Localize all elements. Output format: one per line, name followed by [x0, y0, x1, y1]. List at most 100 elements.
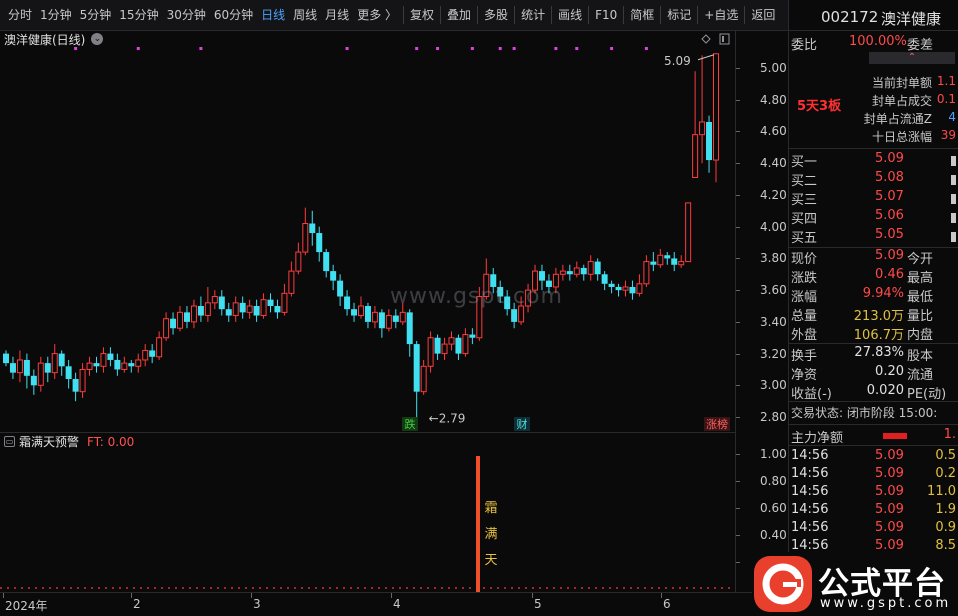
- toolbar-item-16[interactable]: 简框: [626, 0, 658, 31]
- bid-label: 买五: [791, 231, 818, 246]
- kline-chart[interactable]: ←2.79 5.09 跌 财 涨榜: [0, 47, 735, 431]
- toolbar-item-5[interactable]: 60分钟: [210, 0, 257, 31]
- signal-text: 满: [484, 527, 497, 542]
- seal-label: 封单占成交: [871, 94, 932, 108]
- stat2-label2: PE(动): [907, 387, 947, 402]
- price-tick: [736, 163, 740, 165]
- candle: [462, 328, 469, 357]
- toolbar-item-9[interactable]: 更多 〉: [353, 0, 401, 31]
- toolbar-item-17[interactable]: 标记: [663, 0, 695, 31]
- price-tick: [736, 290, 740, 292]
- toolbar-item-3[interactable]: 15分钟: [115, 0, 162, 31]
- collapse-button[interactable]: ⌃: [869, 52, 955, 64]
- date-tick: [532, 593, 533, 598]
- candle: [260, 293, 267, 319]
- bid-price: 5.09: [875, 151, 904, 166]
- tick-price: 5.09: [875, 484, 904, 499]
- weibi-value: 100.00%: [849, 34, 907, 49]
- candle: [107, 347, 114, 367]
- candle: [587, 255, 594, 281]
- top-marker: [512, 47, 516, 50]
- candle: [455, 334, 462, 360]
- stock-code: 002172: [821, 8, 879, 26]
- event-marker: 跌: [405, 417, 416, 431]
- tick-volume: 0.5: [935, 448, 956, 463]
- toolbar-item-0[interactable]: 分时: [4, 0, 36, 31]
- candle: [337, 274, 344, 307]
- candle: [65, 359, 72, 389]
- toolbar-item-13[interactable]: 统计: [517, 0, 549, 31]
- toolbar-item-2[interactable]: 5分钟: [76, 0, 116, 31]
- stat-label2: 最低: [907, 290, 934, 305]
- stat2-label2: 股本: [907, 349, 934, 364]
- toolbar-item-19[interactable]: 返回: [747, 0, 779, 31]
- price-tick: [736, 385, 740, 387]
- candle: [30, 369, 37, 395]
- signal-text: 霜: [484, 501, 497, 516]
- candle: [9, 356, 16, 379]
- tick-price: 5.09: [875, 502, 904, 517]
- indicator-tick-label: 1.00: [760, 447, 787, 461]
- panel-divider: [789, 445, 958, 446]
- date-label: 3: [253, 597, 261, 611]
- top-marker: [610, 47, 614, 50]
- toolbar-item-1[interactable]: 1分钟: [36, 0, 76, 31]
- indicator-tick-label: 0.40: [760, 528, 787, 542]
- indicator-name: 霜满天预警: [19, 435, 80, 449]
- tick-time: 14:56: [791, 484, 829, 499]
- candle: [51, 344, 58, 379]
- candle: [594, 258, 601, 281]
- toolbar-item-8[interactable]: 月线: [321, 0, 353, 31]
- candle: [650, 252, 657, 272]
- candle: [692, 71, 699, 179]
- price-tick: [736, 258, 740, 260]
- candle: [671, 252, 678, 272]
- watermark-text: www.gspt.com: [390, 284, 563, 309]
- indicator-chart[interactable]: 霜满天: [0, 450, 735, 592]
- toolbar-item-12[interactable]: 多股: [480, 0, 512, 31]
- candle: [239, 296, 246, 319]
- toolbar-item-7[interactable]: 周线: [289, 0, 321, 31]
- toolbar-separator: [588, 6, 590, 24]
- settings-box-icon[interactable]: ▭: [4, 436, 15, 447]
- tick-time: 14:56: [791, 520, 829, 535]
- bid-volume-bar: [951, 213, 956, 223]
- stat2-value: 27.83%: [854, 345, 904, 360]
- indicator-tick: [736, 481, 740, 482]
- seal-value: 4: [948, 110, 956, 124]
- gspt-logo: 公式平台 www.gspt.com: [752, 552, 958, 616]
- candle: [427, 331, 434, 373]
- stat-value: 213.0万: [853, 309, 904, 324]
- price-tick-label: 4.20: [760, 187, 787, 202]
- candle: [636, 274, 643, 297]
- toolbar-item-18[interactable]: +自选: [700, 0, 742, 31]
- toolbar-item-6[interactable]: 日线: [257, 0, 289, 31]
- stat2-label: 收益(-): [791, 387, 832, 402]
- price-tick: [736, 194, 740, 196]
- date-tick: [661, 593, 662, 598]
- candle: [573, 261, 580, 278]
- date-tick: [131, 593, 132, 598]
- candle: [183, 306, 190, 329]
- candle: [163, 312, 170, 341]
- toolbar-item-15[interactable]: F10: [591, 0, 621, 31]
- toolbar-separator: [403, 6, 405, 24]
- tick-time: 14:56: [791, 502, 829, 517]
- candle: [685, 202, 692, 263]
- candle: [170, 312, 177, 335]
- chevron-down-icon[interactable]: ⌄: [91, 33, 104, 45]
- panel-divider: [789, 401, 958, 402]
- stat-label2: 量比: [907, 309, 934, 324]
- candle: [3, 350, 9, 367]
- price-tick-label: 3.00: [760, 378, 787, 393]
- toolbar-item-10[interactable]: 复权: [406, 0, 438, 31]
- toolbar-item-11[interactable]: 叠加: [443, 0, 475, 31]
- top-marker: [136, 47, 140, 50]
- candle: [344, 290, 351, 316]
- high-price-label: 5.09: [664, 54, 691, 68]
- toolbar-item-4[interactable]: 30分钟: [163, 0, 210, 31]
- signal-bar: [476, 456, 480, 592]
- candle: [267, 293, 274, 313]
- candle: [142, 344, 149, 367]
- toolbar-item-14[interactable]: 画线: [554, 0, 586, 31]
